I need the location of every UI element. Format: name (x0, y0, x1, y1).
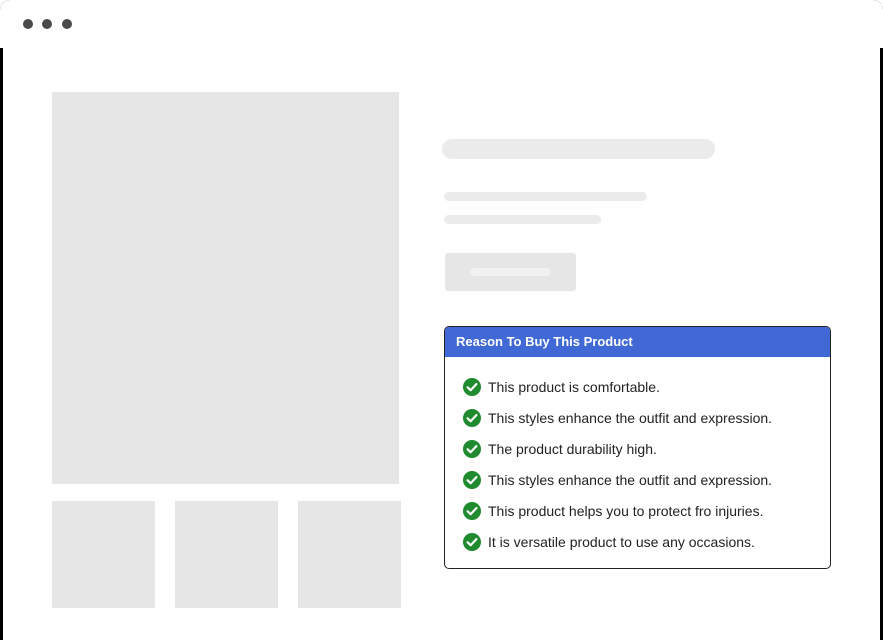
check-circle-icon (463, 377, 481, 396)
reasons-card: Reason To Buy This Product This product … (444, 326, 831, 569)
reason-text: This product helps you to protect fro in… (488, 502, 764, 519)
reason-item: This product helps you to protect fro in… (463, 495, 830, 526)
reason-text: The product durability high. (488, 440, 657, 457)
reason-item: The product durability high. (463, 433, 830, 464)
reason-text: This styles enhance the outfit and expre… (488, 471, 773, 488)
reason-item: It is versatile product to use any occas… (463, 526, 830, 557)
check-circle-icon (463, 439, 481, 458)
window-control-dot[interactable] (42, 19, 52, 29)
text-line-placeholder (444, 192, 647, 201)
thumbnail-placeholder[interactable] (175, 501, 278, 608)
check-circle-icon (463, 470, 481, 489)
window-control-dot[interactable] (62, 19, 72, 29)
title-placeholder (442, 139, 715, 159)
reason-item: This styles enhance the outfit and expre… (463, 464, 830, 495)
reason-text: It is versatile product to use any occas… (488, 533, 755, 550)
browser-window: Reason To Buy This Product This product … (0, 0, 883, 640)
check-circle-icon (463, 532, 481, 551)
page-viewport: Reason To Buy This Product This product … (3, 48, 880, 640)
check-circle-icon (463, 408, 481, 427)
main-image-placeholder (52, 92, 399, 484)
reason-item: This product is comfortable. (463, 371, 830, 402)
thumbnail-placeholder[interactable] (52, 501, 155, 608)
button-label-placeholder (470, 268, 551, 276)
reason-text: This styles enhance the outfit and expre… (488, 409, 773, 426)
button-placeholder[interactable] (445, 253, 576, 291)
reasons-list: This product is comfortable. This styles … (445, 357, 830, 557)
window-control-dot[interactable] (23, 19, 33, 29)
reasons-card-title: Reason To Buy This Product (445, 327, 830, 357)
reason-text: This product is comfortable. (488, 378, 660, 395)
thumbnail-placeholder[interactable] (298, 501, 401, 608)
window-titlebar (0, 0, 883, 48)
text-line-placeholder (444, 215, 601, 224)
check-circle-icon (463, 501, 481, 520)
reason-item: This styles enhance the outfit and expre… (463, 402, 830, 433)
